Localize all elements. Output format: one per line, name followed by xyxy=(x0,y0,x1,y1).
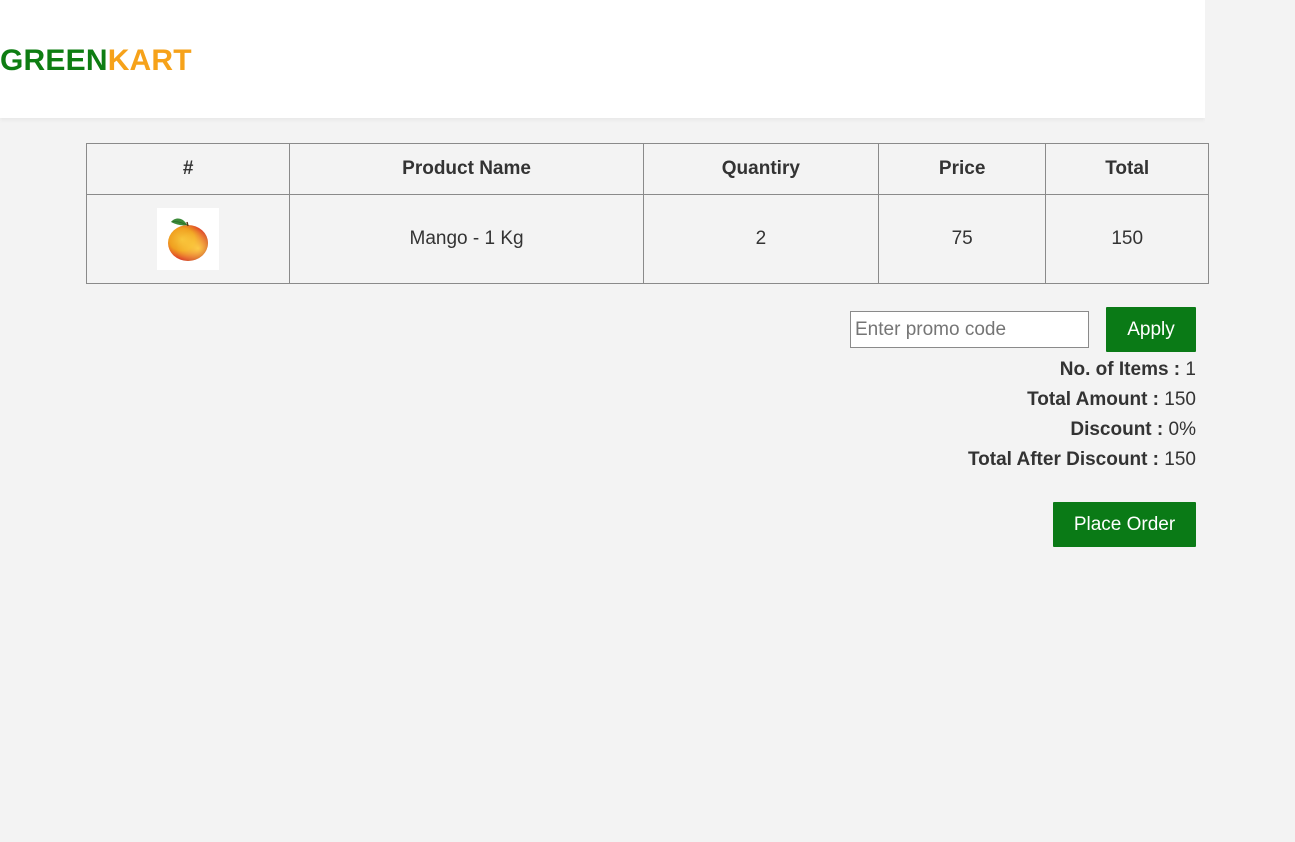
items-label: No. of Items : xyxy=(1059,359,1181,380)
column-header-product-name: Product Name xyxy=(289,143,644,195)
column-header-total: Total xyxy=(1045,143,1209,195)
order-summary: No. of Items : 1 Total Amount : 150 Disc… xyxy=(968,355,1196,475)
price-cell: 75 xyxy=(877,194,1047,284)
place-order-button[interactable]: Place Order xyxy=(1053,502,1196,547)
product-name-cell: Mango - 1 Kg xyxy=(289,194,644,284)
page-right-margin xyxy=(1205,0,1295,842)
cart-table: # Product Name Quantiry Price Total Mang… xyxy=(85,143,1209,284)
summary-amount-row: Total Amount : 150 xyxy=(968,385,1196,415)
apply-promo-button[interactable]: Apply xyxy=(1106,307,1196,352)
discount-value: 0% xyxy=(1168,419,1196,440)
summary-discount-row: Discount : 0% xyxy=(968,415,1196,445)
total-amount-value: 150 xyxy=(1164,389,1196,410)
summary-after-discount-row: Total After Discount : 150 xyxy=(968,445,1196,475)
table-header-row: # Product Name Quantiry Price Total xyxy=(85,143,1209,195)
total-after-discount-value: 150 xyxy=(1164,449,1196,470)
product-image-cell xyxy=(85,194,291,284)
promo-code-input[interactable] xyxy=(850,311,1089,348)
quantity-cell: 2 xyxy=(642,194,879,284)
greenkart-logo[interactable]: GREENKART xyxy=(0,43,192,79)
column-header-price: Price xyxy=(877,143,1047,195)
total-amount-label: Total Amount : xyxy=(1027,389,1160,410)
logo-part-kart: KART xyxy=(107,44,192,77)
summary-items-row: No. of Items : 1 xyxy=(968,355,1196,385)
site-header: GREENKART xyxy=(0,0,1205,118)
column-header-quantity: Quantiry xyxy=(642,143,879,195)
mango-image xyxy=(157,208,220,270)
logo-part-green: GREEN xyxy=(0,44,108,77)
items-value: 1 xyxy=(1185,359,1196,380)
column-header-number: # xyxy=(85,143,291,195)
table-row: Mango - 1 Kg 2 75 150 xyxy=(85,194,1209,284)
total-cell: 150 xyxy=(1045,194,1209,284)
discount-label: Discount : xyxy=(1070,419,1164,440)
total-after-discount-label: Total After Discount : xyxy=(967,449,1160,470)
